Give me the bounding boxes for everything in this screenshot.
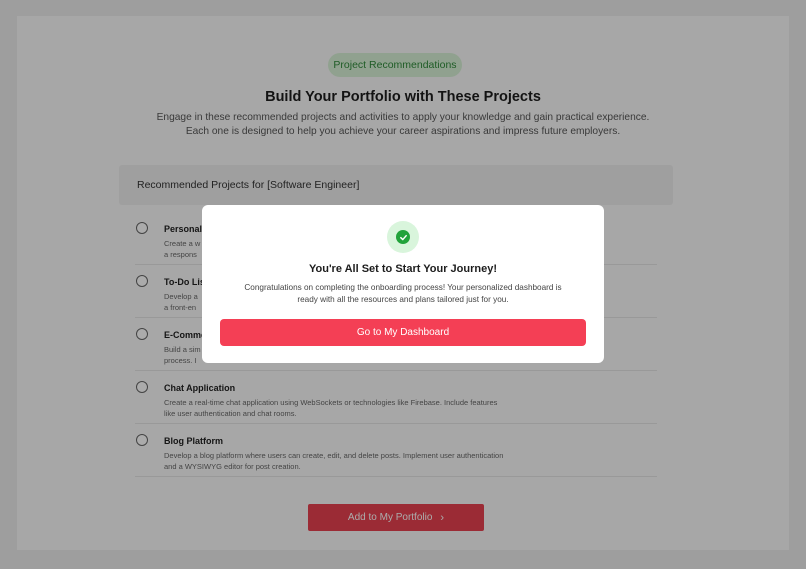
modal-title: You're All Set to Start Your Journey! — [308, 263, 497, 275]
check-badge — [396, 230, 410, 244]
modal-description-line-1: Congratulations on completing the onboar… — [244, 283, 562, 292]
success-modal: You're All Set to Start Your Journey! Co… — [202, 205, 604, 363]
go-to-dashboard-button[interactable]: Go to My Dashboard — [220, 319, 586, 346]
checkmark-icon — [399, 234, 407, 240]
check-circle-icon — [387, 221, 419, 253]
modal-description-line-2: ready with all the resources and plans t… — [297, 295, 509, 304]
modal-description: Congratulations on completing the onboar… — [238, 282, 568, 306]
